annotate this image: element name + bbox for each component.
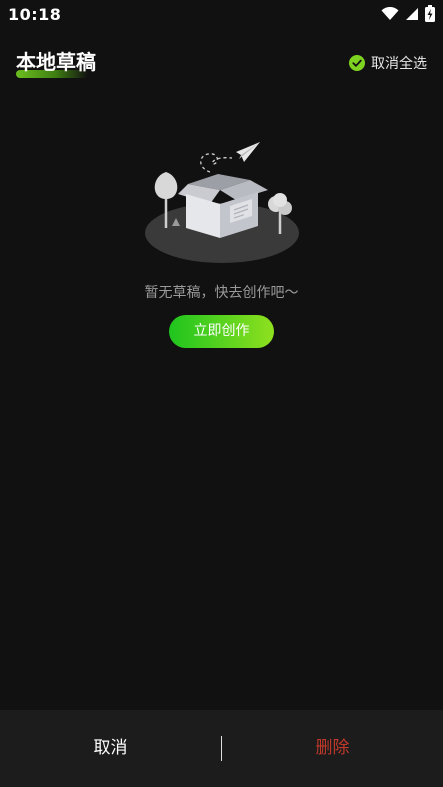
status-time: 10:18	[8, 5, 62, 24]
deselect-all-button[interactable]: 取消全选	[349, 53, 427, 73]
create-now-button[interactable]: 立即创作	[169, 315, 274, 348]
bottom-action-bar: 取消 删除	[0, 710, 443, 787]
empty-message: 暂无草稿，快去创作吧～	[144, 285, 299, 301]
deselect-all-label: 取消全选	[371, 56, 427, 72]
cancel-button[interactable]: 取消	[0, 710, 221, 787]
header: 本地草稿 取消全选	[0, 40, 443, 84]
status-icons	[381, 4, 435, 26]
signal-icon	[405, 6, 419, 25]
delete-button[interactable]: 删除	[222, 710, 443, 787]
empty-box-illustration	[140, 138, 304, 268]
wifi-icon	[381, 6, 399, 25]
check-circle-icon	[349, 55, 365, 71]
page-title: 本地草稿	[16, 50, 96, 74]
battery-icon	[425, 4, 435, 26]
status-bar: 10:18	[0, 0, 443, 30]
page-title-wrap: 本地草稿	[16, 46, 96, 78]
